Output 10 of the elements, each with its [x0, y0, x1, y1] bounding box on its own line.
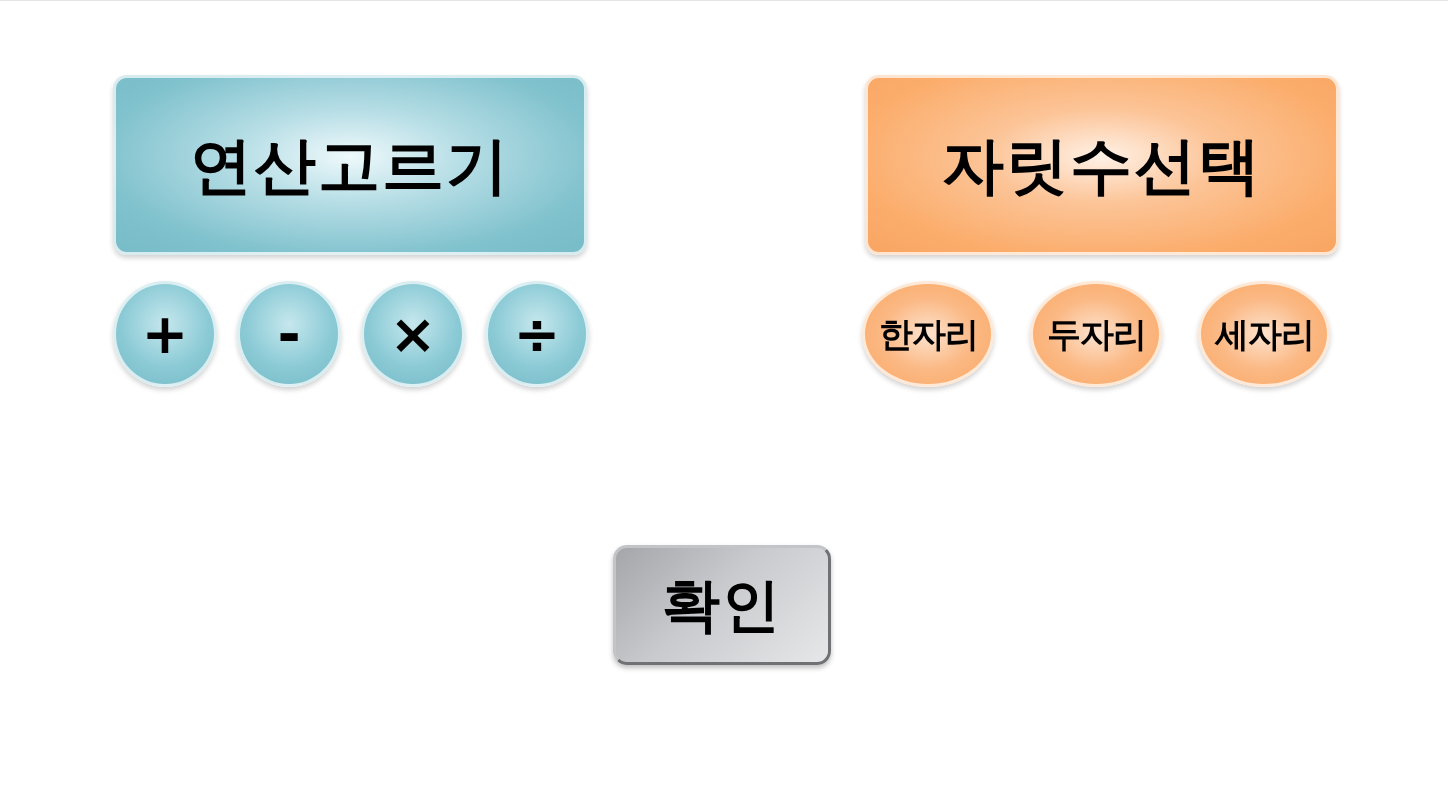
section-title-banner: 자릿수선택: [865, 75, 1339, 255]
operator-button[interactable]: ×: [361, 281, 465, 387]
operator-button[interactable]: +: [113, 281, 217, 387]
confirm-button[interactable]: 확인: [613, 545, 831, 665]
digit-option-button[interactable]: 두자리: [1030, 281, 1162, 387]
operator-button[interactable]: -: [237, 281, 341, 387]
digit-option-button[interactable]: 세자리: [1198, 281, 1330, 387]
operator-button[interactable]: ÷: [485, 281, 589, 387]
section-title-banner: 연산고르기: [113, 75, 587, 255]
digit-option-button[interactable]: 한자리: [862, 281, 994, 387]
